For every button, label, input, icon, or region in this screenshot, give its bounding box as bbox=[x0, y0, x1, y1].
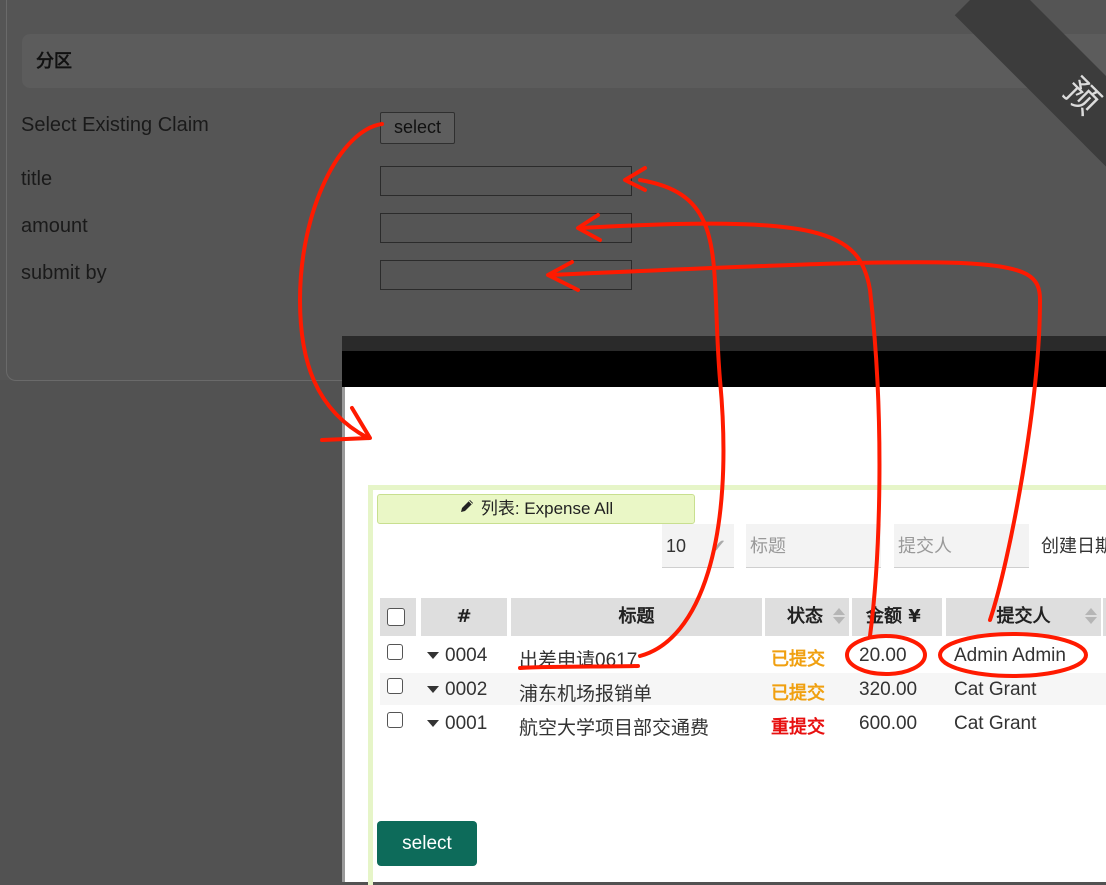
row-title[interactable]: 出差申请0617 bbox=[519, 645, 637, 672]
sort-icon bbox=[833, 608, 845, 624]
select-existing-claim-button[interactable]: select bbox=[380, 112, 455, 144]
row-amount: 20.00 bbox=[859, 645, 907, 666]
row-submitter: Cat Grant bbox=[954, 679, 1037, 700]
title-input[interactable] bbox=[380, 166, 632, 196]
status-badge: 已提交 bbox=[771, 683, 825, 704]
row-submitter: Cat Grant bbox=[954, 713, 1037, 734]
modal-select-button[interactable]: select bbox=[377, 821, 477, 866]
row-title[interactable]: 航空大学项目部交通费 bbox=[519, 713, 709, 740]
section-title: 分区 bbox=[22, 34, 1106, 88]
page-size-value: 10 bbox=[666, 536, 687, 556]
page-size-select[interactable]: 10 ✔ bbox=[662, 524, 734, 568]
header-select-all-cell bbox=[380, 598, 416, 636]
column-header-submitter[interactable]: 提交人 bbox=[946, 598, 1101, 636]
column-header-amount[interactable]: 金额 ¥ bbox=[852, 598, 942, 636]
row-amount: 320.00 bbox=[859, 679, 918, 700]
row-id: 0002 bbox=[445, 679, 488, 700]
amount-input[interactable] bbox=[380, 213, 632, 243]
label-select-existing-claim: Select Existing Claim bbox=[21, 114, 209, 136]
label-amount: amount bbox=[21, 215, 88, 237]
label-submit-by: submit by bbox=[21, 262, 107, 284]
list-tab-label: 列表: Expense All bbox=[480, 499, 614, 518]
row-amount: 600.00 bbox=[859, 713, 918, 734]
column-header-status-label: 状态 bbox=[787, 606, 823, 627]
caret-down-icon[interactable] bbox=[427, 720, 439, 727]
row-id: 0001 bbox=[445, 713, 488, 734]
list-tab-expense-all[interactable]: 列表: Expense All bbox=[377, 494, 695, 524]
column-header-id[interactable]: # bbox=[421, 598, 507, 636]
row-submitter: Admin Admin bbox=[954, 645, 1066, 666]
column-header-title[interactable]: 标题 bbox=[511, 598, 762, 636]
row-checkbox[interactable] bbox=[387, 678, 403, 694]
pencil-icon bbox=[459, 495, 475, 523]
submit-by-input[interactable] bbox=[380, 260, 632, 290]
row-checkbox[interactable] bbox=[387, 712, 403, 728]
row-title[interactable]: 浦东机场报销单 bbox=[519, 679, 652, 706]
row-id: 0004 bbox=[445, 645, 488, 666]
created-date-filter-label: 创建日期 bbox=[1041, 536, 1106, 556]
sort-icon bbox=[1085, 608, 1097, 624]
row-checkbox[interactable] bbox=[387, 644, 403, 660]
caret-down-icon[interactable] bbox=[427, 686, 439, 693]
caret-down-icon[interactable] bbox=[427, 652, 439, 659]
submitter-filter-input[interactable]: 提交人 bbox=[894, 524, 1029, 568]
modal-top-bar bbox=[342, 336, 1106, 352]
check-icon: ✔ bbox=[710, 536, 726, 556]
modal-header bbox=[342, 351, 1106, 387]
title-filter-input[interactable]: 标题 bbox=[746, 524, 881, 568]
status-badge: 已提交 bbox=[771, 649, 825, 670]
column-header-submitter-label: 提交人 bbox=[996, 606, 1051, 627]
label-title: title bbox=[21, 168, 53, 190]
status-badge: 重提交 bbox=[771, 717, 825, 738]
column-header-status[interactable]: 状态 bbox=[765, 598, 849, 636]
select-all-checkbox[interactable] bbox=[387, 608, 405, 626]
